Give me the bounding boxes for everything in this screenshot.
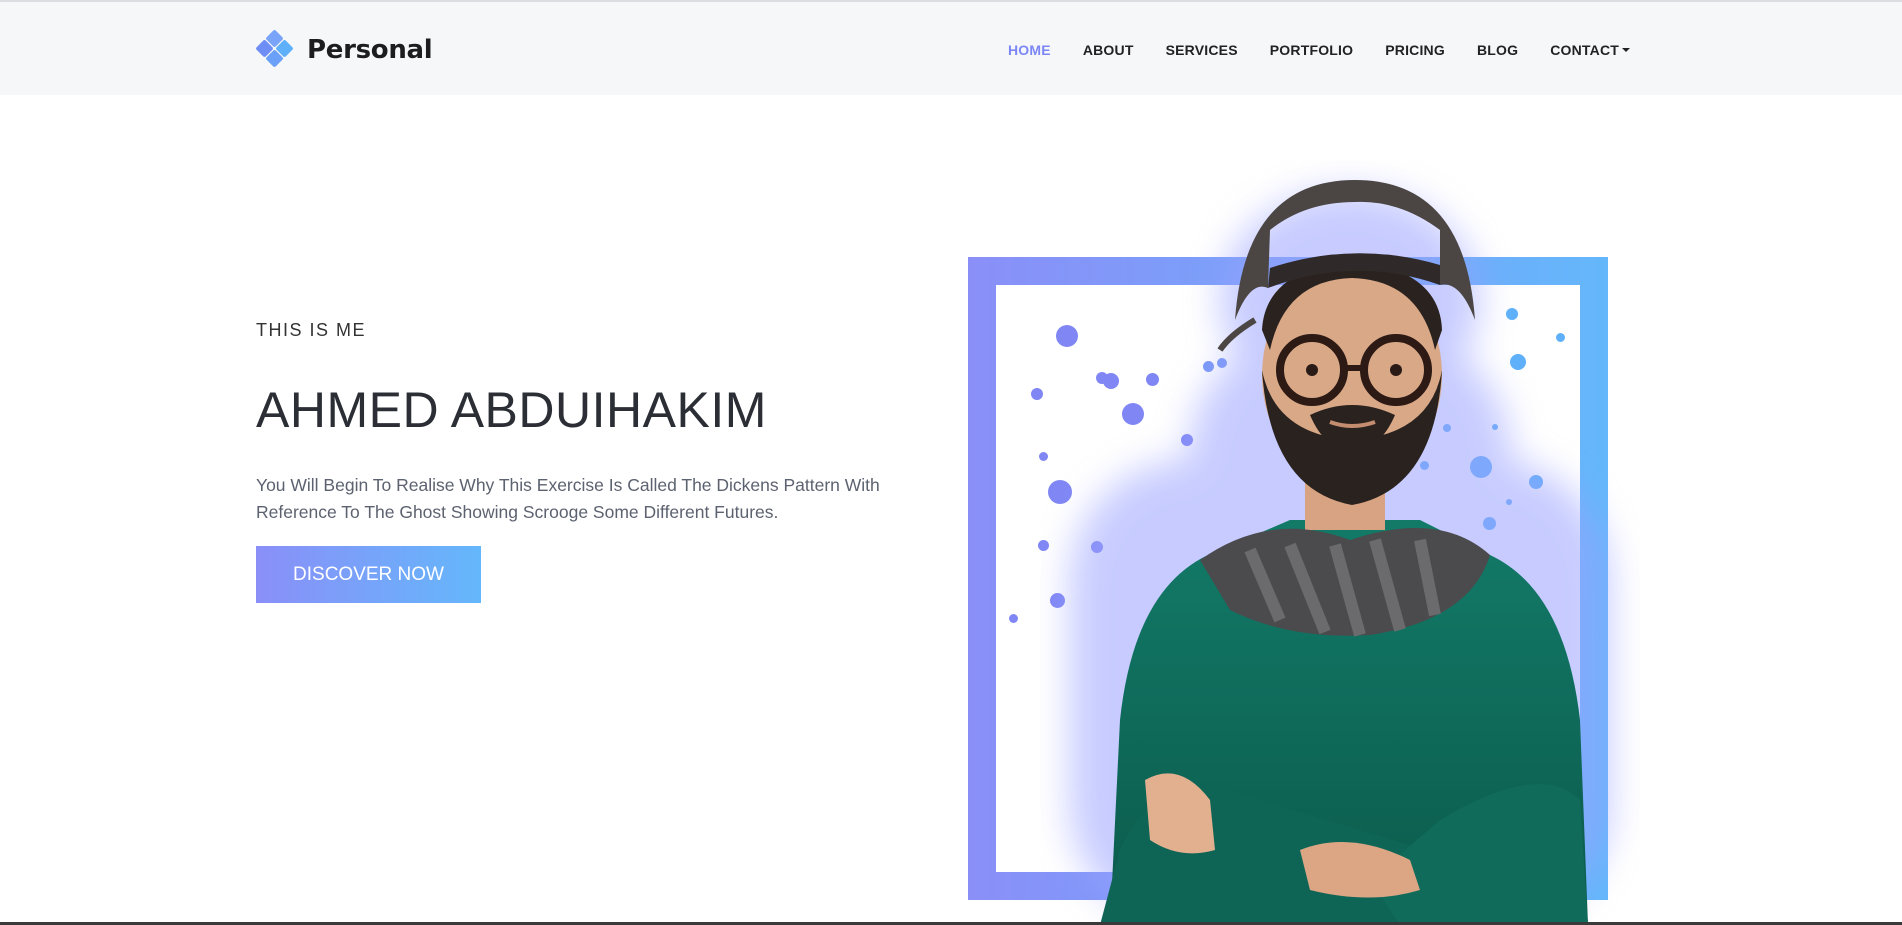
caret-down-icon [1622, 48, 1631, 52]
discover-now-button[interactable]: DISCOVER NOW [256, 546, 481, 603]
nav-blog[interactable]: BLOG [1477, 42, 1518, 58]
hero-description: You Will Begin To Realise Why This Exerc… [256, 475, 880, 522]
brand-logo[interactable]: Personal [255, 29, 433, 70]
nav-about[interactable]: ABOUT [1083, 42, 1134, 58]
brand-name: Personal [307, 35, 433, 65]
hero-eyebrow: THIS IS ME [256, 320, 367, 340]
nav-services[interactable]: SERVICES [1166, 42, 1238, 58]
nav-contact-label: CONTACT [1550, 42, 1620, 58]
hero-title: AHMED ABDUIHAKIM [256, 382, 767, 438]
portrait-photo [1070, 180, 1610, 925]
nav-portfolio[interactable]: PORTFOLIO [1270, 42, 1353, 58]
nav-pricing[interactable]: PRICING [1385, 42, 1445, 58]
hero-text: THIS IS ME AHMED ABDUIHAKIM You Will Beg… [256, 320, 896, 603]
nav-home[interactable]: HOME [1008, 42, 1051, 58]
diamond-cluster-icon [255, 29, 295, 70]
main-nav: HOME ABOUT SERVICES PORTFOLIO PRICING BL… [1008, 42, 1662, 58]
nav-contact[interactable]: CONTACT [1550, 42, 1631, 58]
site-header: Personal HOME ABOUT SERVICES PORTFOLIO P… [0, 2, 1902, 95]
